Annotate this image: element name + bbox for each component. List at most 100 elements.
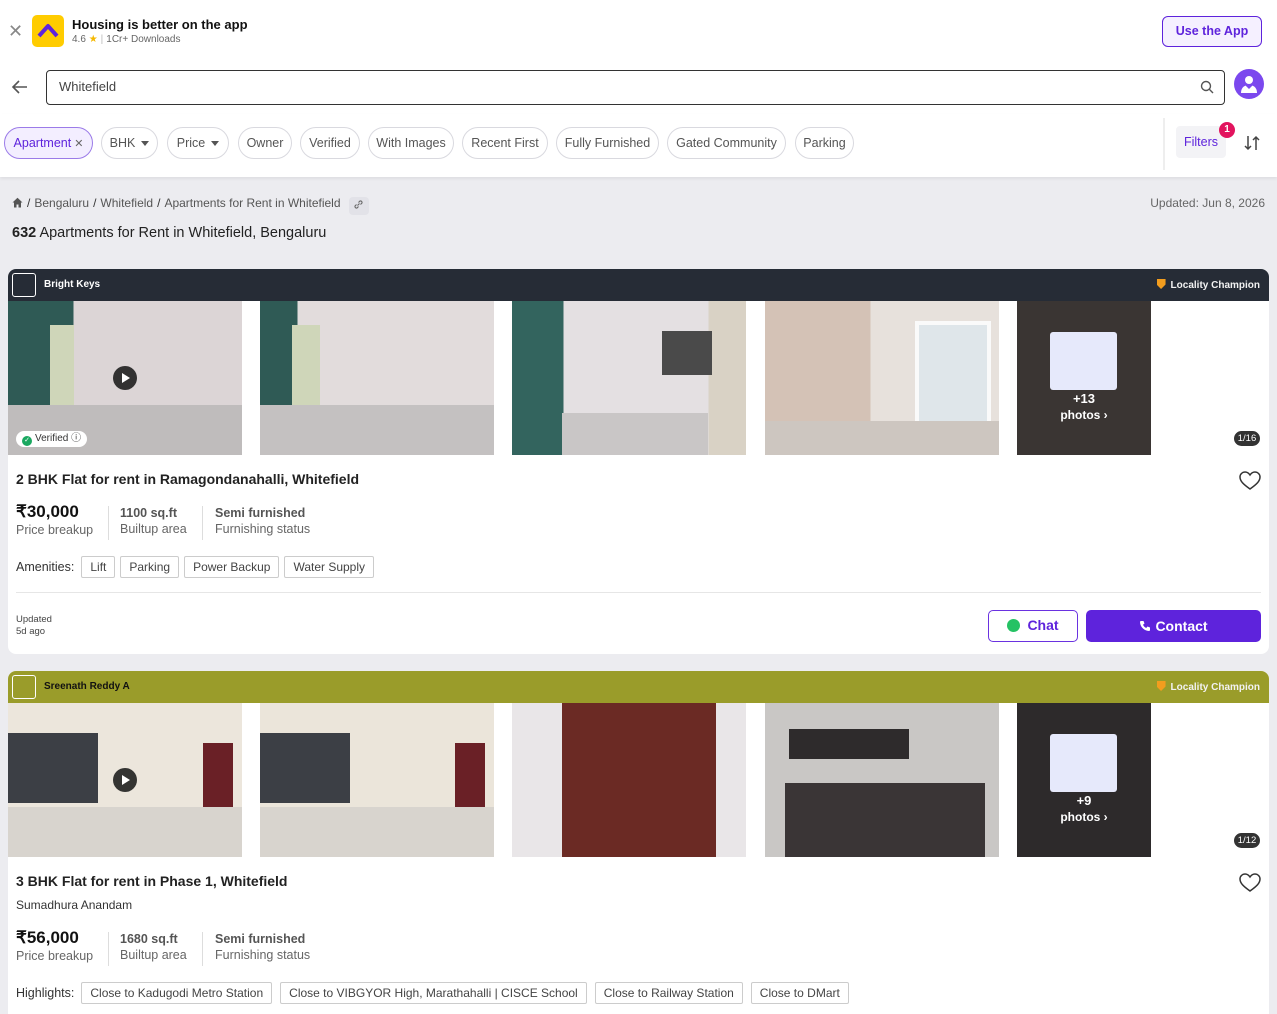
amenity-tag: Power Backup [184,556,280,578]
more-photos-count: +9 [1076,793,1092,808]
listing-stats: ₹30,000 Price breakup 1100 sq.ft Builtup… [16,502,416,540]
more-photos-tile[interactable]: +9 photos › [1017,703,1151,857]
amenity-tag: Parking [120,556,180,578]
filter-chip-recent-first[interactable]: Recent First [462,127,548,159]
agent-name[interactable]: Bright Keys [44,279,100,290]
highlight-tag: Close to Railway Station [594,982,743,1004]
play-icon[interactable] [113,366,137,390]
agent-logo[interactable] [12,273,36,297]
breadcrumb-item[interactable]: Apartments for Rent in Whitefield [164,196,340,210]
caret-down-icon [211,141,220,147]
use-app-button[interactable]: Use the App [1162,16,1262,47]
listing-photo[interactable] [512,703,746,857]
furnishing-label: Furnishing status [215,948,311,962]
wardrobe [562,703,716,857]
locality-champion-badge: Locality Champion [1156,681,1260,693]
kitchen-cabinet [260,733,350,803]
app-banner-title: Housing is better on the app [72,17,248,32]
floor [765,421,999,455]
listing-title[interactable]: 3 BHK Flat for rent in Phase 1, Whitefie… [16,873,287,889]
more-photos-count: +13 [1072,391,1096,406]
remove-filter-icon[interactable]: ✕ [74,138,83,150]
search-bar-row [0,62,1277,114]
close-icon[interactable]: ✕ [8,22,23,40]
chat-button[interactable]: Chat [988,610,1078,642]
sort-icon[interactable] [1242,133,1262,153]
highlights-row: Highlights: Close to Kadugodi Metro Stati… [16,982,849,1004]
price-value: 30,000 [26,502,79,521]
listing-photo[interactable] [260,301,494,455]
highlights-label: Highlights: [16,986,75,1000]
heart-icon[interactable] [1239,873,1261,893]
heart-icon[interactable] [1239,471,1261,491]
search-box[interactable] [46,70,1225,105]
photo-counter: 1/12 [1234,833,1260,848]
listing-photo[interactable]: ✓ Verified ⓘ [8,301,242,455]
home-icon[interactable] [12,197,23,208]
play-icon[interactable] [113,768,137,792]
listing-photo[interactable] [765,301,999,455]
search-input[interactable] [59,79,1179,94]
search-icon[interactable] [1200,80,1214,94]
app-rating: 4.6 [72,34,86,45]
filters-count-badge: 1 [1219,122,1235,138]
highlight-tag: Close to VIBGYOR High, Marathahalli | CI… [280,982,587,1004]
furnishing-value: Semi furnished [215,506,306,520]
listing-card[interactable]: Bright Keys Locality Champion ✓ Verified … [8,269,1269,654]
filter-chip-with-images[interactable]: With Images [368,127,454,159]
floor [8,405,242,455]
amenity-tag: Water Supply [284,556,375,578]
filter-chip-price[interactable]: Price [167,127,229,159]
listing-photo[interactable] [8,703,242,857]
avatar[interactable] [1234,69,1264,99]
filter-chip-fully-furnished[interactable]: Fully Furnished [556,127,659,159]
listing-photo[interactable] [260,703,494,857]
listing-title[interactable]: 2 BHK Flat for rent in Ramagondanahalli,… [16,471,359,487]
divider [202,506,203,540]
listing-card[interactable]: Sreenath Reddy A Locality Champion +9 ph… [8,671,1269,1014]
breadcrumb-item[interactable]: Bengaluru [34,196,89,210]
agent-name[interactable]: Sreenath Reddy A [44,681,130,692]
gallery-icon [1050,734,1117,792]
project-name[interactable]: Sumadhura Anandam [16,898,132,912]
contact-button[interactable]: Contact [1086,610,1261,642]
listing-photo[interactable] [512,301,746,455]
price-value: 56,000 [26,928,79,947]
agent-logo[interactable] [12,675,36,699]
door [455,743,485,815]
locality-champion-badge: Locality Champion [1156,279,1260,291]
window [662,331,712,375]
door [203,743,233,815]
caret-down-icon [141,141,150,147]
more-photos-tile[interactable]: +13 photos › [1017,301,1151,455]
link-icon[interactable] [348,197,369,215]
page-title: 632 Apartments for Rent in Whitefield, B… [12,225,326,241]
badge-label: Locality Champion [1170,280,1260,291]
filter-chip-apartment[interactable]: Apartment ✕ [4,127,93,159]
filter-chip-bhk[interactable]: BHK [101,127,158,159]
photo-gallery[interactable]: +9 photos › 1/12 [8,703,1269,857]
phone-icon [1140,621,1151,631]
filter-chip-owner[interactable]: Owner [238,127,292,159]
price-breakup-link[interactable]: Price breakup [16,949,93,963]
filter-chip-parking[interactable]: Parking [795,127,854,159]
area-label: Builtup area [120,522,187,536]
results-heading: Apartments for Rent in Whitefield, Benga… [39,225,327,241]
area-stat: 1680 sq.ft Builtup area [120,932,187,962]
price-stat: ₹56,000 Price breakup [16,928,94,963]
floor [260,807,494,857]
results-count: 632 [12,225,37,241]
breadcrumb-item[interactable]: Whitefield [100,196,153,210]
listing-header: Bright Keys Locality Champion [8,269,1269,301]
price-breakup-link[interactable]: Price breakup [16,523,93,537]
listing-updated: Updated 5d ago [16,614,52,637]
medal-icon [1156,279,1166,289]
photo-gallery[interactable]: ✓ Verified ⓘ +13 photos › 1/16 [8,301,1269,455]
furnishing-stat: Semi furnished Furnishing status [215,506,310,536]
floor [562,413,708,455]
page-updated-date: Updated: Jun 8, 2026 [1150,196,1265,210]
filter-chip-gated-community[interactable]: Gated Community [667,127,786,159]
listing-photo[interactable] [765,703,999,857]
back-arrow-icon[interactable] [10,77,30,97]
filter-chip-verified[interactable]: Verified [300,127,360,159]
